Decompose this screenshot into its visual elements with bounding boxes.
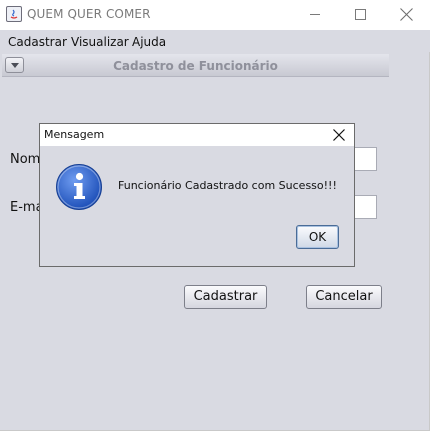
message-dialog: Mensagem Funcionário Cadastrado com Suce… — [39, 123, 355, 267]
menu-visualizar[interactable]: Visualizar — [71, 35, 129, 49]
nome-label: Nom — [10, 152, 41, 167]
info-icon — [55, 163, 103, 211]
java-app-icon — [6, 6, 22, 22]
internal-frame-titlebar[interactable]: Cadastro de Funcionário — [2, 54, 389, 77]
internal-frame-title: Cadastro de Funcionário — [113, 59, 278, 73]
close-window-button[interactable] — [384, 0, 430, 30]
cadastrar-button[interactable]: Cadastrar — [184, 285, 267, 309]
dialog-message: Funcionário Cadastrado com Sucesso!!! — [118, 179, 337, 192]
maximize-button[interactable] — [338, 0, 384, 30]
maximize-icon — [355, 9, 366, 20]
dialog-close-button[interactable] — [330, 126, 348, 144]
dialog-titlebar[interactable]: Mensagem — [40, 124, 354, 146]
cancelar-button[interactable]: Cancelar — [306, 285, 382, 309]
app-window: QUEM QUER COMER Cadastrar Visualizar Aju… — [0, 0, 430, 431]
menubar: Cadastrar Visualizar Ajuda — [0, 30, 430, 52]
ok-button[interactable]: OK — [296, 225, 339, 249]
menu-ajuda[interactable]: Ajuda — [132, 35, 166, 49]
dialog-title: Mensagem — [44, 128, 105, 141]
window-titlebar[interactable]: QUEM QUER COMER — [0, 0, 430, 30]
close-icon — [333, 129, 345, 141]
window-title: QUEM QUER COMER — [27, 7, 151, 21]
menu-cadastrar[interactable]: Cadastrar — [8, 35, 67, 49]
minimize-icon — [310, 14, 320, 15]
minimize-button[interactable] — [292, 0, 338, 30]
close-icon — [400, 8, 413, 21]
